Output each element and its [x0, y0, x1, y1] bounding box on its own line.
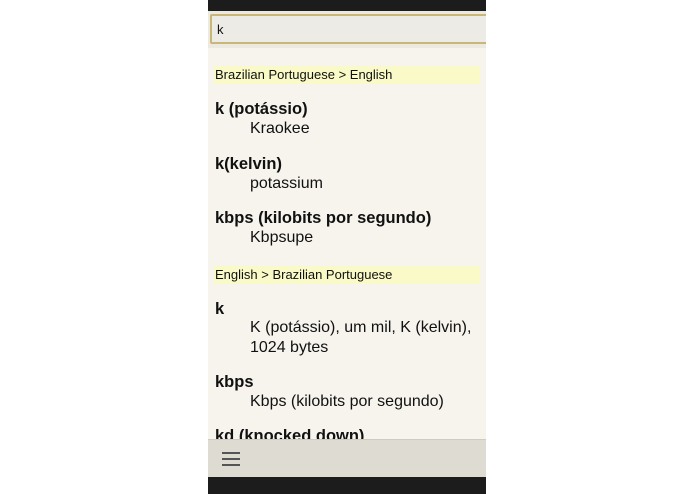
search-input[interactable] — [210, 14, 486, 44]
results-list[interactable]: Brazilian Portuguese > English k (potáss… — [208, 48, 486, 439]
entry-term[interactable]: k — [215, 300, 224, 319]
entry-term[interactable]: k (potássio) — [215, 100, 308, 119]
entry-term[interactable]: kd (knocked down) — [215, 427, 364, 439]
entry-definition: Kbps (kilobits por segundo) — [250, 393, 444, 410]
entry-term[interactable]: k(kelvin) — [215, 155, 282, 174]
hamburger-menu-icon[interactable] — [222, 451, 240, 467]
status-bar — [208, 0, 486, 11]
entry-definition: potassium — [250, 175, 323, 192]
entry-definition: K (potássio), um mil, K (kelvin), 1024 b… — [250, 318, 482, 358]
entry-definition-line: 1024 bytes — [250, 339, 329, 356]
entry-definition: Kbpsupe — [250, 229, 314, 246]
system-nav-bar — [208, 477, 486, 494]
entry-term[interactable]: kbps — [215, 373, 254, 392]
bottom-toolbar — [208, 439, 486, 477]
entry-definition: Kraokee — [250, 120, 310, 137]
section-header-en-pt: English > Brazilian Portuguese — [214, 266, 480, 284]
section-header-pt-en: Brazilian Portuguese > English — [214, 66, 480, 84]
search-bar — [208, 11, 486, 48]
entry-definition-line: K (potássio), um mil, K (kelvin), — [250, 319, 472, 336]
phone-screen: Brazilian Portuguese > English k (potáss… — [208, 0, 486, 494]
entry-term[interactable]: kbps (kilobits por segundo) — [215, 209, 431, 228]
